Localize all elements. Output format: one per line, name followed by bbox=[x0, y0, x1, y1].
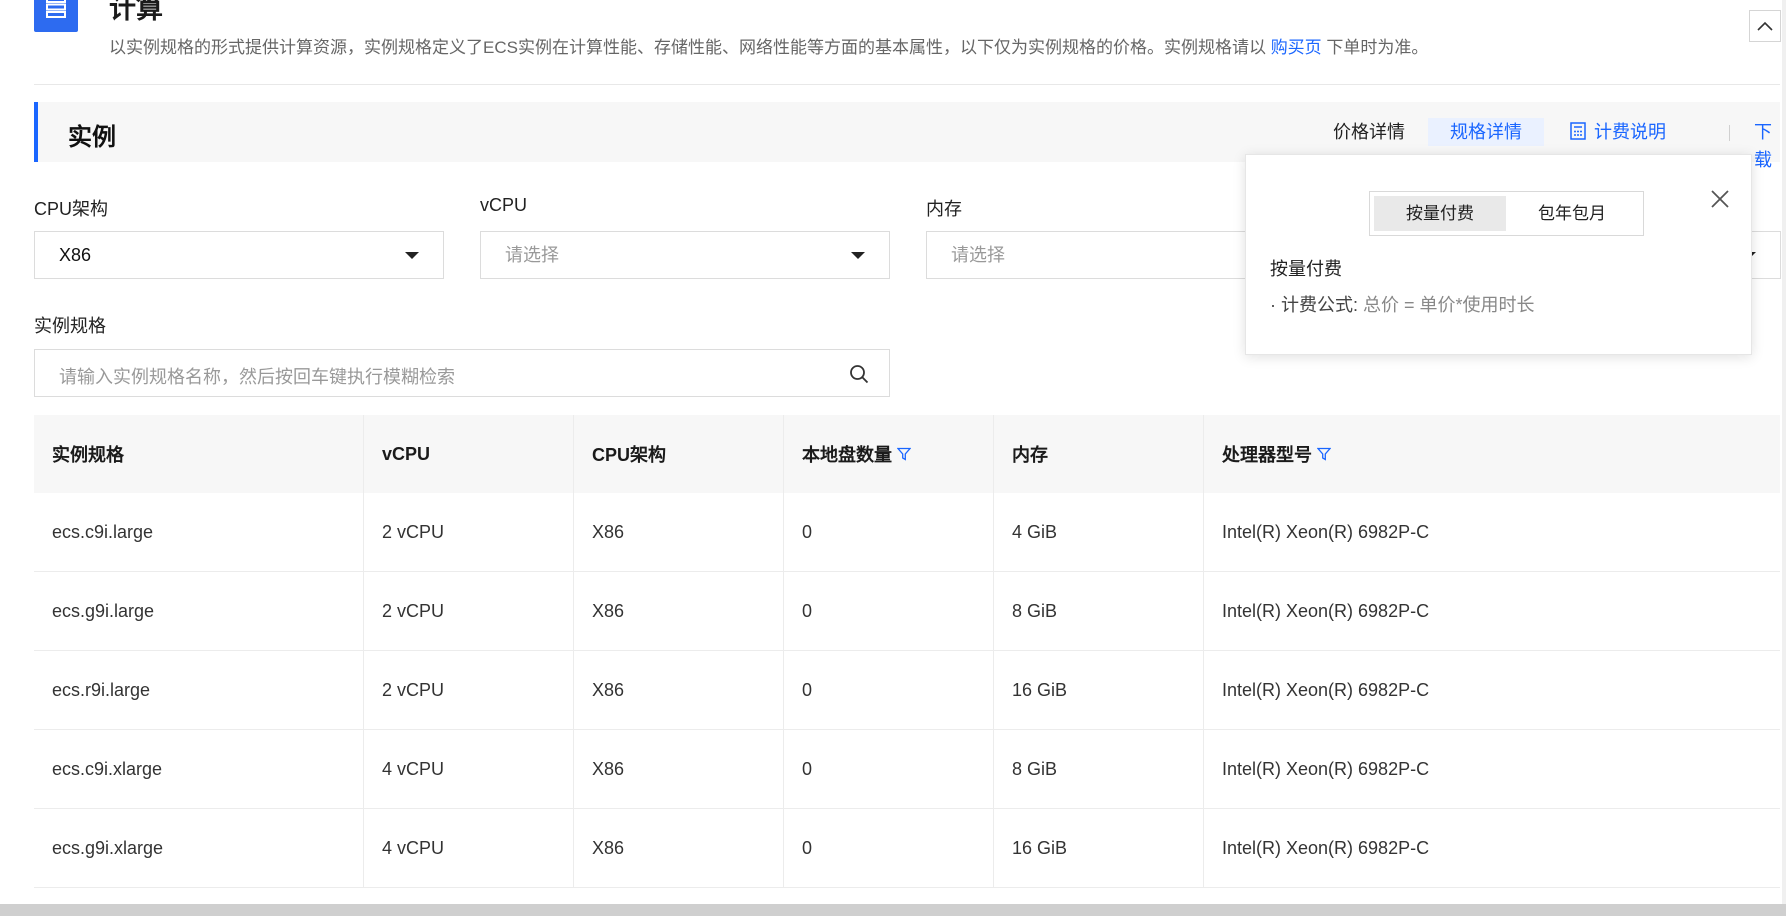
cell-spec: ecs.c9i.large bbox=[34, 493, 364, 571]
cell-memory: 16 GiB bbox=[994, 809, 1204, 887]
page-title: 计算 bbox=[109, 0, 163, 24]
billing-popover: 按量付费 包年包月 按量付费 · 计费公式: 总价 = 单价*使用时长 bbox=[1245, 154, 1752, 355]
tab-separator bbox=[1729, 125, 1730, 141]
section-header: 实例 价格详情 规格详情 计费说明 下载 bbox=[34, 102, 1780, 170]
dropdown-caret-icon bbox=[851, 252, 865, 259]
vcpu-placeholder: 请选择 bbox=[505, 245, 559, 265]
instance-table: 实例规格 vCPU CPU架构 本地盘数量 内存 处理器型号 ecs.c9i.l… bbox=[34, 415, 1780, 888]
cell-memory: 8 GiB bbox=[994, 730, 1204, 808]
instance-spec-search[interactable]: 请输入实例规格名称，然后按回车键执行模糊检索 bbox=[34, 349, 890, 397]
cell-spec: ecs.c9i.xlarge bbox=[34, 730, 364, 808]
dropdown-caret-icon bbox=[405, 252, 419, 259]
compute-server-icon bbox=[34, 0, 78, 32]
col-header-local-disk: 本地盘数量 bbox=[784, 415, 994, 493]
table-row: ecs.c9i.xlarge 4 vCPU X86 0 8 GiB Intel(… bbox=[34, 730, 1780, 809]
col-header-label: 处理器型号 bbox=[1222, 445, 1312, 465]
cell-processor: Intel(R) Xeon(R) 6982P-C bbox=[1222, 521, 1430, 542]
billing-info-link[interactable]: 计费说明 bbox=[1570, 118, 1666, 146]
collapse-button[interactable] bbox=[1749, 10, 1781, 42]
cell-processor: Intel(R) Xeon(R) 6982P-C bbox=[1222, 837, 1430, 858]
col-header-label: vCPU bbox=[382, 443, 431, 464]
filter-icon[interactable] bbox=[1317, 447, 1331, 461]
cell-cpu-arch: X86 bbox=[574, 572, 784, 650]
cell-memory: 8 GiB bbox=[994, 572, 1204, 650]
cell-local-disk: 0 bbox=[784, 730, 994, 808]
cell-local-disk: 0 bbox=[784, 493, 994, 571]
cell-cpu-arch: X86 bbox=[574, 730, 784, 808]
purchase-page-link[interactable]: 购买页 bbox=[1271, 38, 1322, 57]
cell-spec: ecs.g9i.large bbox=[34, 572, 364, 650]
col-header-label: CPU架构 bbox=[592, 445, 667, 465]
cell-cpu-arch: X86 bbox=[574, 493, 784, 571]
cpu-arch-select[interactable]: X86 bbox=[34, 231, 444, 279]
calculator-icon bbox=[1570, 122, 1586, 140]
cell-vcpu: 2 vCPU bbox=[364, 493, 574, 571]
cell-local-disk: 0 bbox=[784, 572, 994, 650]
vertical-scrollbar[interactable] bbox=[1782, 0, 1786, 904]
cell-local-disk: 0 bbox=[784, 809, 994, 887]
col-header-label: 本地盘数量 bbox=[802, 445, 892, 465]
table-row: ecs.g9i.xlarge 4 vCPU X86 0 16 GiB Intel… bbox=[34, 809, 1780, 888]
billing-mode-toggle: 按量付费 包年包月 bbox=[1369, 191, 1644, 236]
horizontal-scrollbar[interactable] bbox=[0, 904, 1786, 916]
filter-icon[interactable] bbox=[897, 447, 911, 461]
instance-spec-label: 实例规格 bbox=[34, 316, 106, 336]
search-placeholder: 请输入实例规格名称，然后按回车键执行模糊检索 bbox=[59, 367, 455, 387]
download-link[interactable]: 下载 bbox=[1754, 118, 1780, 170]
col-header-label: 实例规格 bbox=[52, 445, 124, 465]
cell-vcpu: 2 vCPU bbox=[364, 651, 574, 729]
col-header-label: 内存 bbox=[1012, 445, 1048, 465]
section-title: 实例 bbox=[68, 124, 116, 151]
chevron-up-icon bbox=[1757, 21, 1773, 31]
cell-vcpu: 2 vCPU bbox=[364, 572, 574, 650]
col-header-vcpu: vCPU bbox=[364, 415, 574, 493]
vcpu-select[interactable]: 请选择 bbox=[480, 231, 890, 279]
tab-spec-detail[interactable]: 规格详情 bbox=[1428, 118, 1544, 146]
col-header-spec: 实例规格 bbox=[34, 415, 364, 493]
cell-vcpu: 4 vCPU bbox=[364, 809, 574, 887]
billing-info-label: 计费说明 bbox=[1594, 122, 1666, 142]
tab-price-detail[interactable]: 价格详情 bbox=[1333, 118, 1405, 146]
memory-placeholder: 请选择 bbox=[951, 245, 1005, 265]
cell-spec: ecs.g9i.xlarge bbox=[34, 809, 364, 887]
popover-title: 按量付费 bbox=[1270, 259, 1342, 279]
formula-label: · 计费公式: bbox=[1270, 295, 1358, 315]
cpu-arch-value: X86 bbox=[59, 245, 92, 265]
page-description: 以实例规格的形式提供计算资源，实例规格定义了ECS实例在计算性能、存储性能、网络… bbox=[109, 38, 1428, 58]
table-row: ecs.c9i.large 2 vCPU X86 0 4 GiB Intel(R… bbox=[34, 493, 1780, 572]
cell-processor: Intel(R) Xeon(R) 6982P-C bbox=[1222, 758, 1430, 779]
cell-memory: 16 GiB bbox=[994, 651, 1204, 729]
cell-spec: ecs.r9i.large bbox=[34, 651, 364, 729]
cell-processor: Intel(R) Xeon(R) 6982P-C bbox=[1222, 600, 1430, 621]
col-header-memory: 内存 bbox=[994, 415, 1204, 493]
cell-vcpu: 4 vCPU bbox=[364, 730, 574, 808]
description-suffix: 下单时为准。 bbox=[1326, 38, 1429, 57]
cell-local-disk: 0 bbox=[784, 651, 994, 729]
cell-cpu-arch: X86 bbox=[574, 651, 784, 729]
col-header-cpu-arch: CPU架构 bbox=[574, 415, 784, 493]
cell-cpu-arch: X86 bbox=[574, 809, 784, 887]
close-icon[interactable] bbox=[1706, 185, 1734, 213]
header-divider bbox=[34, 84, 1780, 85]
col-header-processor: 处理器型号 bbox=[1204, 415, 1780, 493]
option-subscription[interactable]: 包年包月 bbox=[1506, 196, 1638, 231]
formula-text: 总价 = 单价*使用时长 bbox=[1363, 295, 1535, 315]
search-icon[interactable] bbox=[849, 364, 869, 384]
table-row: ecs.g9i.large 2 vCPU X86 0 8 GiB Intel(R… bbox=[34, 572, 1780, 651]
table-row: ecs.r9i.large 2 vCPU X86 0 16 GiB Intel(… bbox=[34, 651, 1780, 730]
cell-processor: Intel(R) Xeon(R) 6982P-C bbox=[1222, 679, 1430, 700]
description-text: 以实例规格的形式提供计算资源，实例规格定义了ECS实例在计算性能、存储性能、网络… bbox=[109, 38, 1266, 57]
billing-formula: · 计费公式: 总价 = 单价*使用时长 bbox=[1270, 291, 1535, 317]
vcpu-label: vCPU bbox=[480, 195, 528, 215]
page: 计算 以实例规格的形式提供计算资源，实例规格定义了ECS实例在计算性能、存储性能… bbox=[0, 0, 1786, 916]
cpu-arch-label: CPU架构 bbox=[34, 199, 109, 219]
cell-memory: 4 GiB bbox=[994, 493, 1204, 571]
option-pay-as-you-go[interactable]: 按量付费 bbox=[1374, 196, 1506, 231]
table-header: 实例规格 vCPU CPU架构 本地盘数量 内存 处理器型号 bbox=[34, 415, 1780, 493]
memory-label: 内存 bbox=[926, 199, 962, 219]
